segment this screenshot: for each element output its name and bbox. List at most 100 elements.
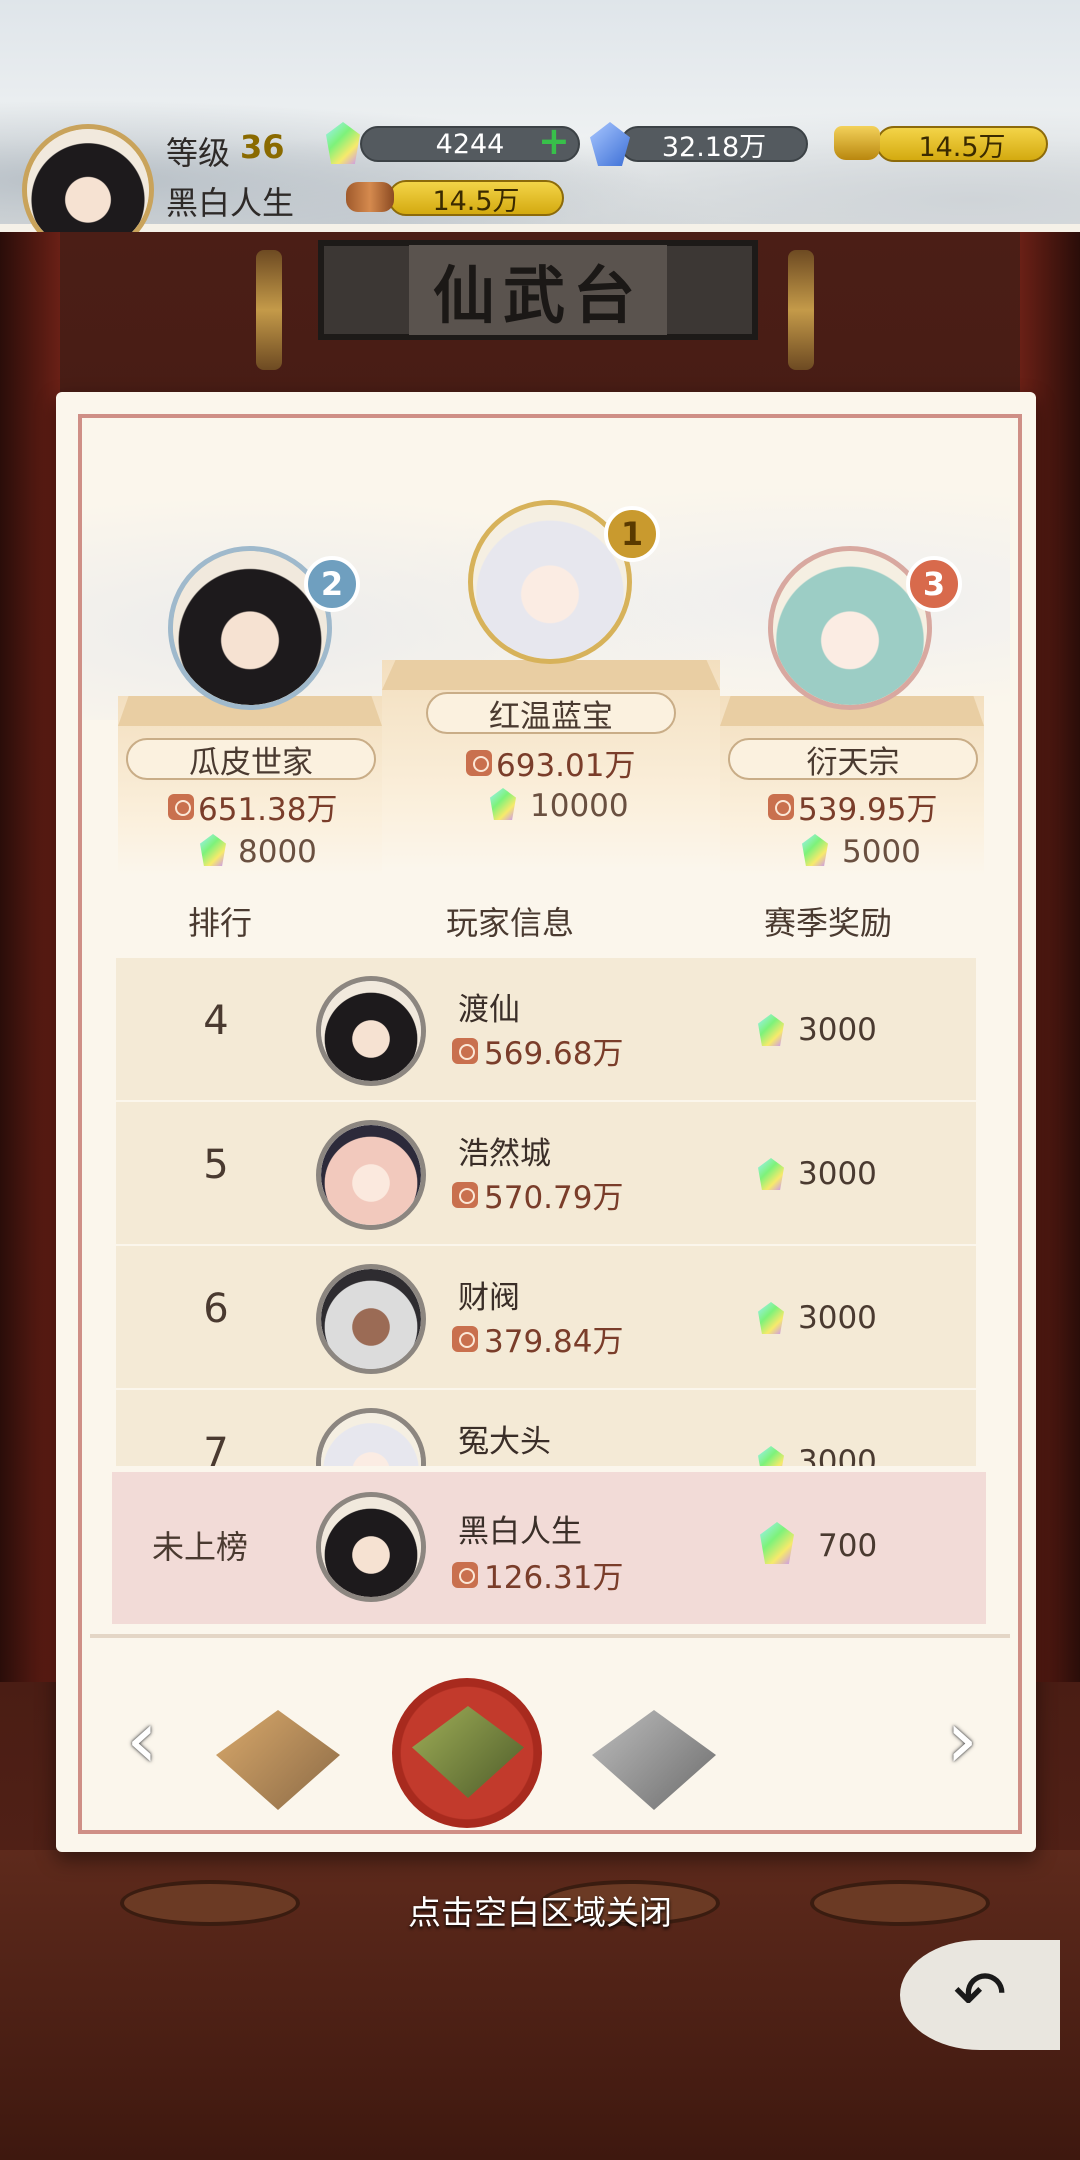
power-icon (452, 1325, 478, 1352)
wood-value: 14.5万 (432, 185, 520, 217)
reward-gem-icon (758, 1014, 784, 1046)
reward-value: 3000 (798, 1156, 877, 1192)
reward-value: 3000 (798, 1012, 877, 1048)
rank3-score-value: 539.95万 (798, 792, 938, 828)
gold-counter: 14.5万 (876, 126, 1048, 163)
my-reward-gem-icon (760, 1522, 794, 1564)
rank2-score-value: 651.38万 (198, 792, 338, 828)
next-arena-button[interactable]: › (932, 1700, 992, 1780)
header-edge (0, 224, 1080, 232)
rank-number: 5 (203, 1142, 229, 1188)
column-season-reward: 赛季奖励 (764, 904, 893, 942)
podium-first-top (382, 660, 720, 690)
my-reward-value: 700 (818, 1528, 878, 1564)
avatar-face (321, 1269, 421, 1369)
list-item[interactable]: 6 财阀 379.84万 3000 (116, 1246, 976, 1390)
back-arrow-icon: ↶ (953, 1958, 1007, 2032)
score-value: 570.79万 (484, 1180, 624, 1216)
player-name: 冤大头 (458, 1424, 551, 1460)
list-item[interactable]: 4 渡仙 569.68万 3000 (116, 958, 976, 1102)
power-icon (168, 793, 194, 820)
player-score: 379.84万 (452, 1316, 623, 1361)
lantern-post-right (788, 250, 814, 370)
avatar-face (321, 1413, 421, 1466)
curtain-left (0, 232, 60, 1682)
player-avatar[interactable] (316, 1408, 426, 1466)
add-jade-button[interactable]: + (538, 122, 570, 160)
back-button[interactable]: ↶ (900, 1940, 1060, 2050)
crystal-counter: 32.18万 (620, 126, 808, 163)
player-score: 569.68万 (452, 1028, 623, 1073)
rank1-score: 693.01万 (466, 740, 635, 785)
crystal-value: 32.18万 (661, 131, 767, 163)
rank3-avatar[interactable] (768, 546, 932, 710)
score-value: 569.68万 (484, 1036, 624, 1072)
stage-title: 仙武台 (408, 245, 667, 335)
rank2-name: 瓜皮世家 (189, 744, 313, 781)
my-rank-status: 未上榜 (152, 1528, 249, 1566)
rank2-face (173, 551, 327, 705)
player-name: 财阀 (458, 1280, 520, 1316)
player-avatar[interactable] (316, 1264, 426, 1374)
arena-jade-icon (412, 1706, 524, 1798)
gold-ingot-icon (834, 126, 880, 160)
panel-divider (90, 1634, 1010, 1638)
power-icon (452, 1181, 478, 1208)
player-avatar[interactable] (316, 976, 426, 1086)
rank1-number: 1 (620, 515, 644, 553)
rank-number: 7 (203, 1430, 229, 1466)
rank2-score: 651.38万 (168, 784, 337, 829)
close-hint: 点击空白区域关闭 (408, 1893, 672, 1932)
lantern-post-left (256, 250, 282, 370)
level-label: 等级 (166, 134, 231, 172)
player-name: 浩然城 (458, 1136, 551, 1172)
reward-value: 3000 (798, 1300, 877, 1336)
my-score: 126.31万 (452, 1552, 623, 1597)
arena-current-button[interactable] (392, 1678, 542, 1828)
list-item[interactable]: 7 冤大头 3000 (116, 1390, 976, 1466)
my-avatar[interactable] (316, 1492, 426, 1602)
rank1-reward: 10000 (530, 788, 629, 824)
player-name: 黑白人生 (166, 184, 295, 222)
stage-title-plaque: 仙武台 (318, 240, 758, 340)
power-icon (768, 793, 794, 820)
rank-number: 4 (203, 998, 229, 1044)
reward-gem-icon (758, 1158, 784, 1190)
rank2-number: 2 (320, 565, 344, 603)
level-value: 36 (240, 128, 285, 166)
rank1-name: 红温蓝宝 (489, 698, 613, 735)
power-icon (452, 1037, 478, 1064)
rank1-score-value: 693.01万 (496, 748, 636, 784)
rank-number: 6 (203, 1286, 229, 1332)
avatar-face (321, 981, 421, 1081)
rank1-name-plate: 红温蓝宝 (426, 692, 676, 735)
avatar-face (321, 1125, 421, 1225)
my-rank-row: 未上榜 黑白人生 126.31万 700 (112, 1472, 986, 1624)
reward-gem-icon (758, 1446, 784, 1466)
rank3-reward: 5000 (842, 834, 921, 870)
rank3-number: 3 (922, 565, 946, 603)
player-score: 570.79万 (452, 1172, 623, 1217)
list-item[interactable]: 5 浩然城 570.79万 3000 (116, 1102, 976, 1246)
rank2-medal-icon: 2 (304, 556, 360, 612)
reward-gem-icon (758, 1302, 784, 1334)
rank3-name: 衍天宗 (806, 744, 900, 781)
player-avatar[interactable] (316, 1120, 426, 1230)
my-name: 黑白人生 (458, 1514, 582, 1550)
rank3-face (773, 551, 927, 705)
rank1-medal-icon: 1 (604, 506, 660, 562)
avatar-face (321, 1497, 421, 1597)
column-player-info: 玩家信息 (446, 904, 575, 942)
player-name: 渡仙 (458, 992, 520, 1028)
jade-value: 4244 (435, 128, 505, 160)
ranking-list[interactable]: 4 渡仙 569.68万 3000 5 浩然城 570.79万 3000 6 财… (116, 958, 976, 1466)
rank3-name-plate: 衍天宗 (728, 738, 978, 781)
power-icon (466, 749, 492, 776)
rank3-score: 539.95万 (768, 784, 937, 829)
wood-counter: 14.5万 (388, 180, 564, 217)
prev-arena-button[interactable]: ‹ (112, 1700, 172, 1780)
wood-log-icon (346, 182, 394, 212)
rank2-name-plate: 瓜皮世家 (126, 738, 376, 781)
power-icon (452, 1561, 478, 1588)
reward-value: 3000 (798, 1444, 877, 1466)
